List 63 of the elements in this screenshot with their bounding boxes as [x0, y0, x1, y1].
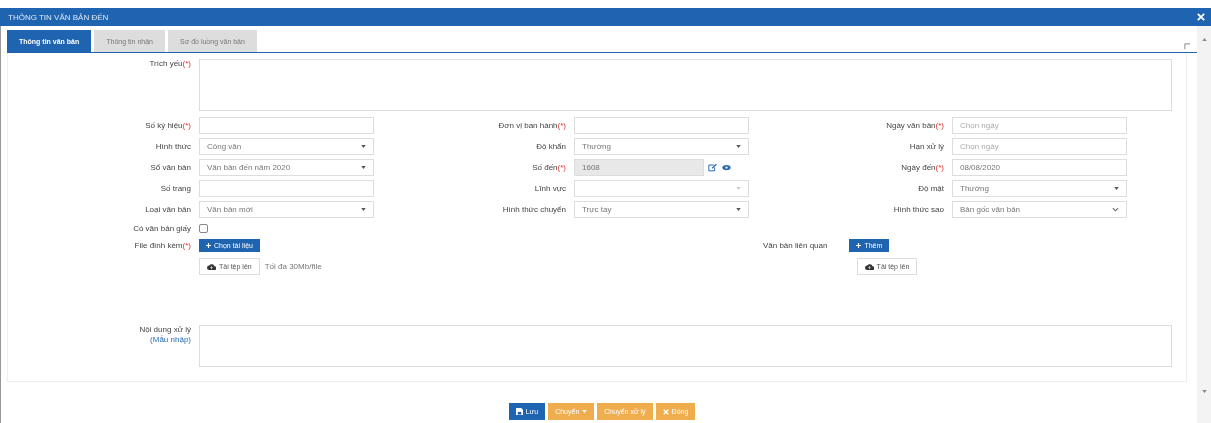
input-field[interactable]: [574, 116, 749, 134]
field-label: Hình thức sao: [892, 204, 944, 214]
field-label: Hình thức chuyển: [501, 204, 566, 214]
scroll-up-icon[interactable]: [1201, 38, 1207, 41]
select-field[interactable]: Trực tay: [574, 200, 749, 218]
window-title: THÔNG TIN VĂN BẢN ĐẾN: [8, 12, 109, 22]
field-label: Độ khẩn: [535, 141, 566, 151]
select-field[interactable]: Thường: [952, 179, 1127, 197]
field-label: Trích yếu(*): [148, 59, 191, 70]
caret-icon: [736, 144, 741, 148]
field-label: Số trang: [159, 183, 191, 193]
plus-icon: [206, 243, 211, 248]
caret-icon: [361, 207, 366, 211]
field-label: Lĩnh vực: [533, 183, 566, 193]
select-field[interactable]: Thường: [574, 137, 749, 155]
expand-icon[interactable]: [1184, 43, 1191, 50]
select-field[interactable]: Văn bản đến năm 2020: [199, 158, 374, 176]
input-field[interactable]: [199, 179, 374, 197]
field-label: Có văn bản giấy: [132, 224, 191, 233]
field-label: Số ký hiệu(*): [144, 120, 191, 130]
field-label: Nội dung xử lý: [139, 325, 191, 334]
plus-icon: [856, 243, 862, 248]
caret-icon: [361, 144, 366, 148]
scroll-down-icon[interactable]: [1201, 390, 1207, 393]
scrollbar[interactable]: [1197, 26, 1211, 423]
caret-icon: [736, 186, 741, 190]
edit-icon[interactable]: [708, 162, 718, 172]
field-label: Số đến(*): [531, 162, 566, 172]
select-field[interactable]: Văn bản mới: [199, 200, 374, 218]
summary-textarea[interactable]: [199, 59, 1172, 111]
field-label: Hạn xử lý: [908, 141, 944, 151]
field-label: Loại văn bản: [144, 204, 191, 214]
field-label: Sổ văn bản: [149, 162, 191, 172]
caret-icon: [1114, 186, 1119, 190]
close-icon[interactable]: [1197, 13, 1205, 21]
floppy-disk-icon: [515, 408, 523, 415]
eye-icon[interactable]: [722, 163, 731, 171]
cloud-upload-icon: [207, 263, 216, 270]
field-label: Đơn vị ban hành(*): [497, 120, 566, 130]
close-icon: [662, 408, 669, 415]
field-label: Độ mật: [917, 183, 944, 193]
file-size-limit: Tối đa 30Mb/file: [264, 262, 322, 271]
field-label: File đính kèm(*): [133, 241, 191, 250]
caret-icon: [736, 207, 741, 211]
handling-textarea[interactable]: [199, 325, 1172, 367]
field-label: Ngày văn bản(*): [885, 120, 944, 130]
field-label: Ngày đến(*): [900, 162, 944, 172]
chevron-down-icon: [1112, 206, 1119, 212]
input-field[interactable]: Chọn ngày: [952, 116, 1127, 134]
input-field[interactable]: 08/08/2020: [952, 158, 1127, 176]
input-field[interactable]: [199, 116, 374, 134]
select-field[interactable]: Công văn: [199, 137, 374, 155]
field-label: Hình thức: [154, 141, 191, 151]
template-link[interactable]: (Mẫu nhập): [150, 335, 191, 344]
select-field[interactable]: [574, 179, 749, 197]
checkbox[interactable]: [199, 224, 208, 233]
caret-icon: [361, 165, 366, 169]
cloud-upload-icon: [864, 263, 874, 270]
input-field: 1608: [574, 158, 704, 176]
input-field[interactable]: Chọn ngày: [952, 137, 1127, 155]
select-field[interactable]: Bản gốc văn bản: [952, 200, 1127, 218]
field-label: Văn bản liên quan: [762, 241, 828, 250]
caret-icon: [582, 410, 588, 413]
